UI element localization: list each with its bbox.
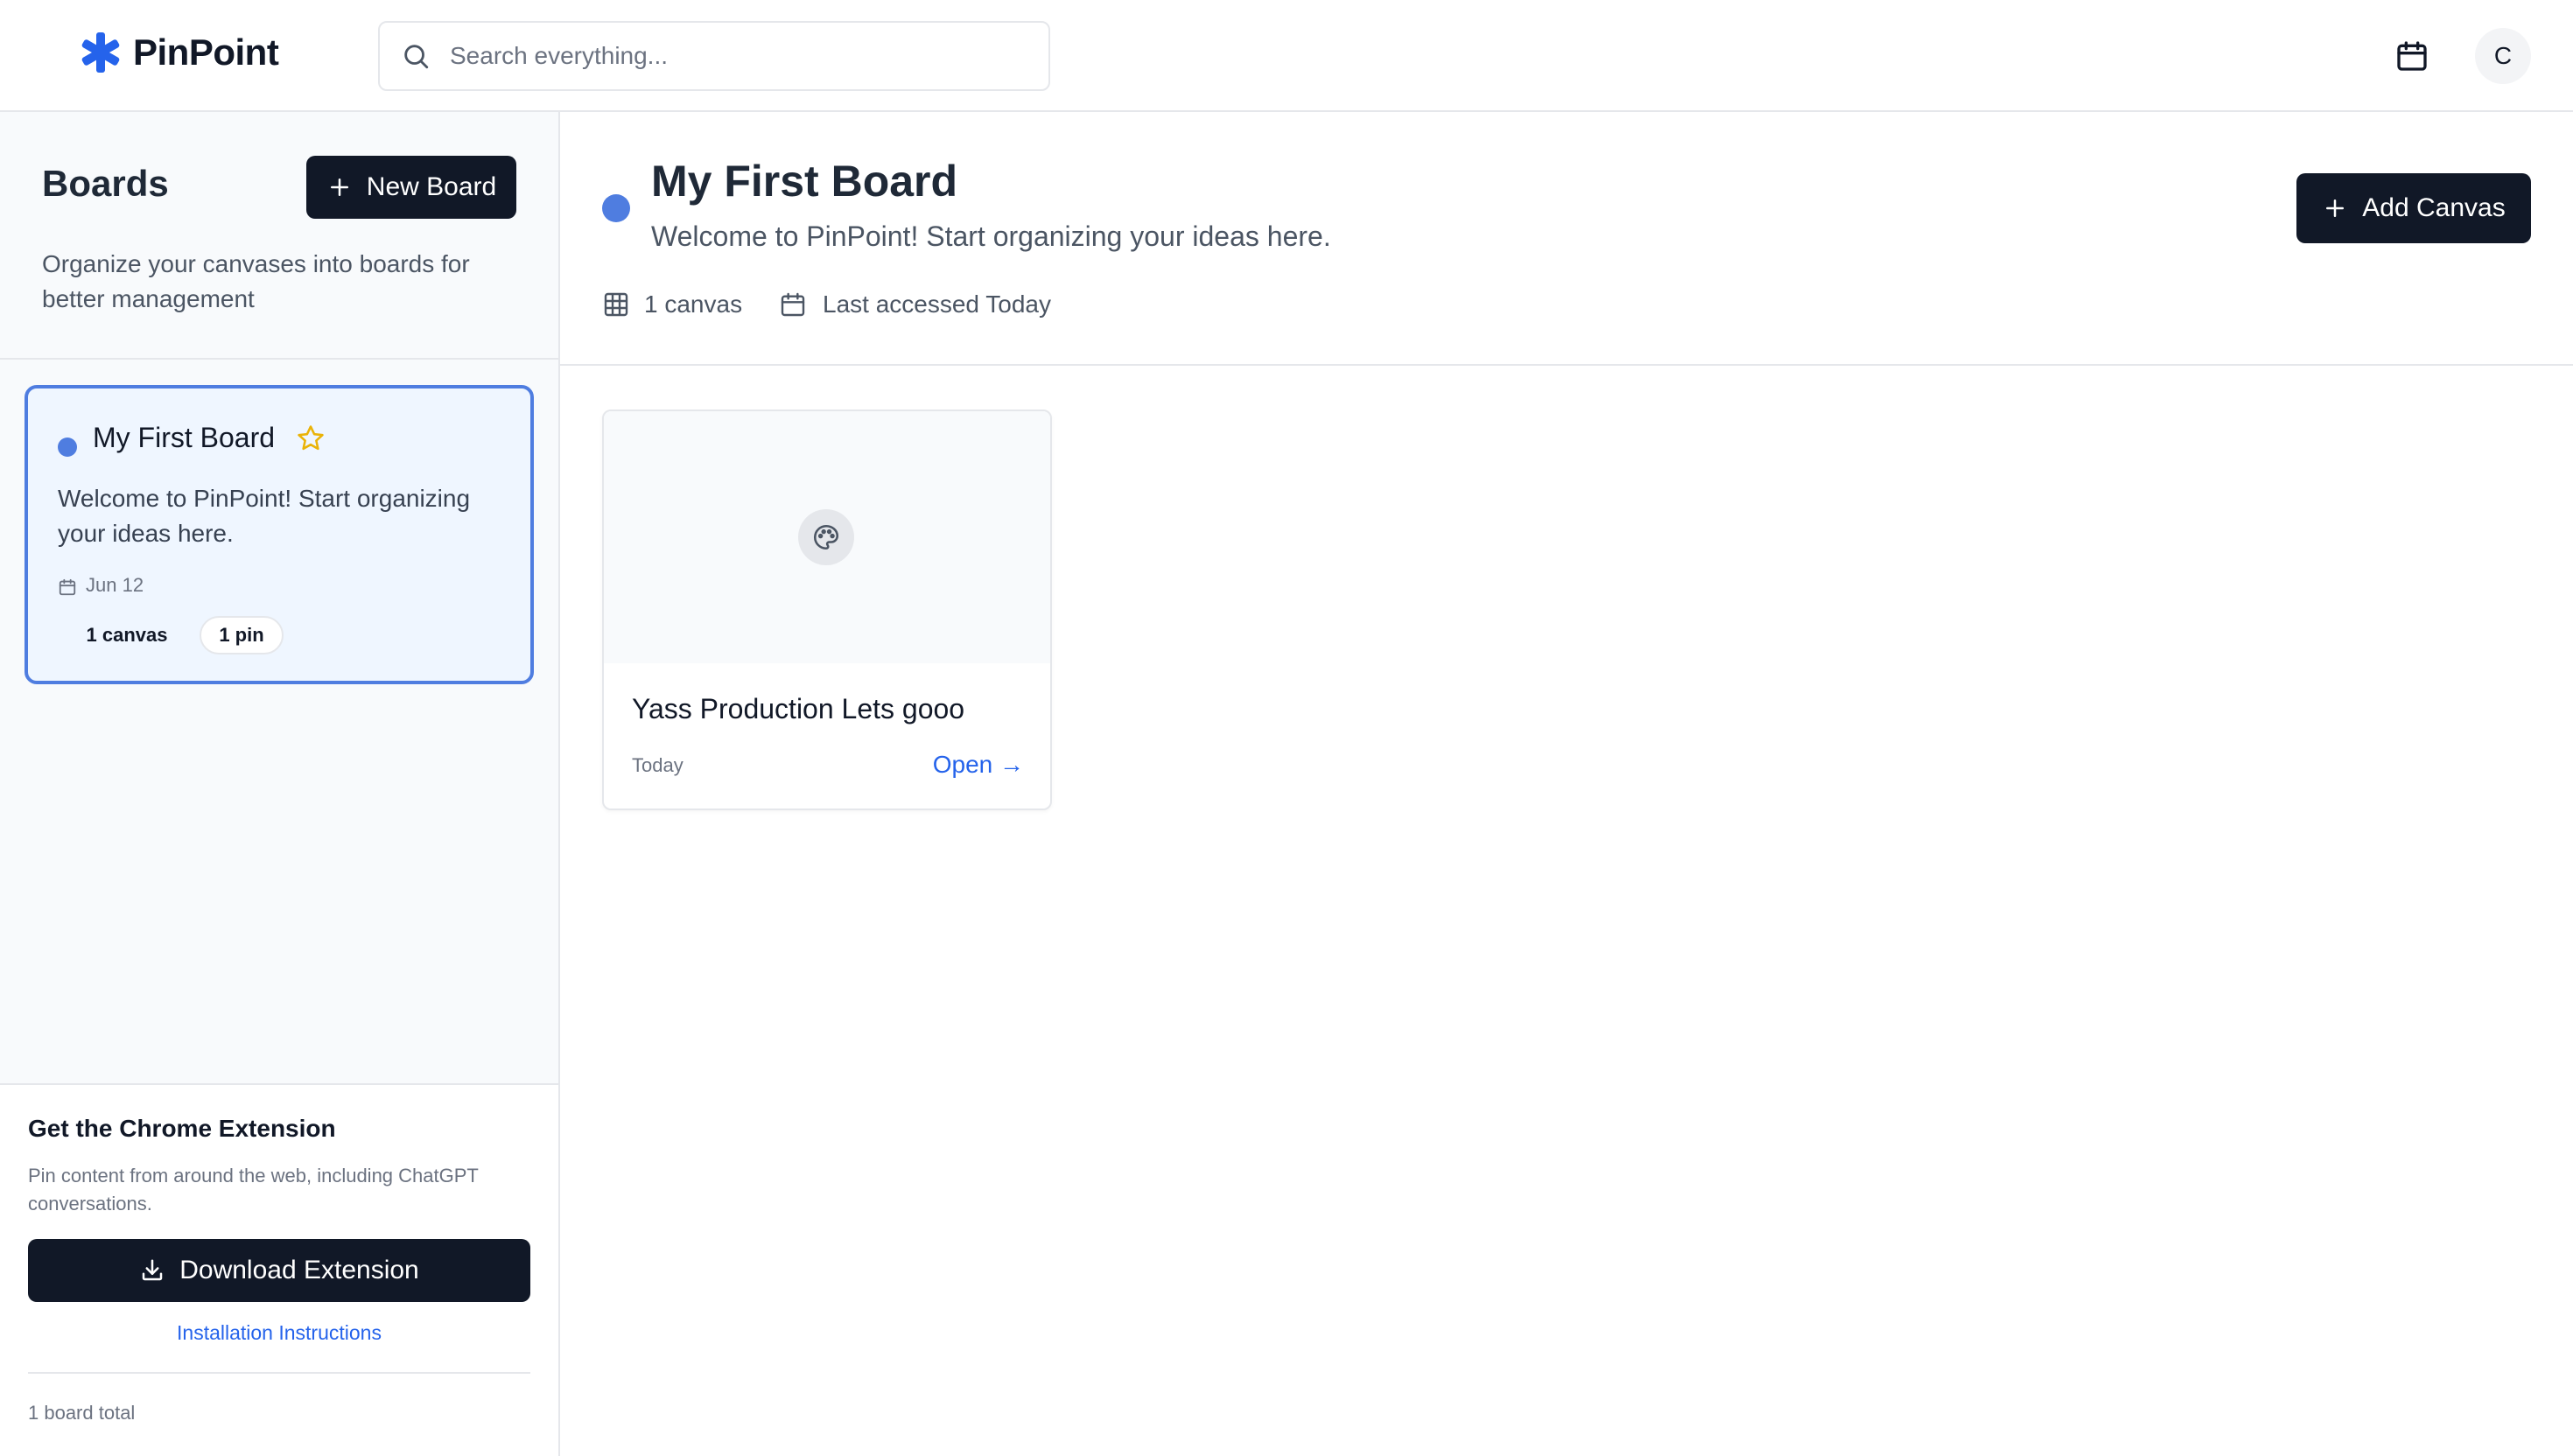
calendar-icon[interactable]	[2394, 38, 2429, 74]
calendar-icon	[59, 578, 76, 596]
search-bar[interactable]	[378, 21, 1050, 91]
page-title: My First Board	[651, 157, 958, 206]
grid-icon	[604, 292, 628, 317]
top-bar: PinPoint C	[0, 0, 2573, 112]
canvas-date: Today	[632, 754, 684, 776]
canvas-title: Yass Production Lets gooo	[632, 693, 965, 724]
sidebar-header: Boards New Board Organize your canvases …	[0, 112, 558, 360]
canvas-card[interactable]: Yass Production Lets gooo Today Open →	[602, 410, 1052, 810]
new-board-button[interactable]: New Board	[306, 156, 516, 219]
canvas-thumbnail	[604, 411, 1050, 663]
installation-instructions-link[interactable]: Installation Instructions	[0, 1321, 558, 1345]
star-icon[interactable]	[296, 424, 326, 453]
extension-title: Get the Chrome Extension	[28, 1115, 336, 1142]
plus-icon	[2326, 200, 2345, 217]
search-input[interactable]	[450, 42, 1027, 70]
board-description: Welcome to PinPoint! Start organizing yo…	[58, 485, 471, 547]
palette-icon	[813, 524, 839, 550]
canvas-placeholder	[798, 509, 854, 565]
search-icon	[404, 45, 429, 69]
board-total: 1 board total	[28, 1402, 136, 1424]
board-date: Jun 12	[86, 574, 144, 596]
app-name: PinPoint	[133, 32, 279, 73]
sidebar-description: Organize your canvases into boards for b…	[42, 250, 470, 312]
board-card-my-first-board[interactable]: My First Board Welcome to PinPoint! Star…	[25, 385, 534, 684]
board-title: My First Board	[93, 422, 276, 453]
sidebar: Boards New Board Organize your canvases …	[0, 112, 560, 1456]
board-description: Welcome to PinPoint! Start organizing yo…	[651, 220, 1331, 252]
new-board-label: New Board	[366, 172, 497, 201]
sidebar-title: Boards	[42, 163, 169, 204]
download-extension-button[interactable]: Download Extension	[28, 1239, 530, 1302]
divider	[28, 1372, 530, 1374]
board-header: My First Board Welcome to PinPoint! Star…	[560, 112, 2573, 366]
extension-description: Pin content from around the web, includi…	[28, 1165, 479, 1214]
main-content: My First Board Welcome to PinPoint! Star…	[560, 112, 2573, 1456]
add-canvas-label: Add Canvas	[2362, 193, 2506, 222]
last-accessed: Last accessed Today	[823, 290, 1051, 318]
plus-icon	[330, 178, 348, 196]
chrome-extension-panel: Get the Chrome Extension Pin content fro…	[0, 1083, 558, 1456]
asterisk-logo-icon	[81, 32, 120, 73]
download-extension-label: Download Extension	[179, 1256, 419, 1284]
add-canvas-button[interactable]: Add Canvas	[2296, 173, 2531, 243]
calendar-icon	[781, 292, 805, 317]
open-canvas-link[interactable]: Open →	[933, 751, 1024, 779]
canvas-count-badge: 1 canvas	[60, 616, 194, 654]
canvas-count: 1 canvas	[644, 290, 743, 318]
download-icon	[142, 1259, 163, 1281]
user-avatar[interactable]: C	[2475, 28, 2531, 84]
board-color-dot	[602, 194, 630, 222]
board-color-dot	[58, 438, 77, 457]
app-logo[interactable]: PinPoint	[79, 28, 279, 77]
pin-count-badge: 1 pin	[200, 616, 284, 654]
